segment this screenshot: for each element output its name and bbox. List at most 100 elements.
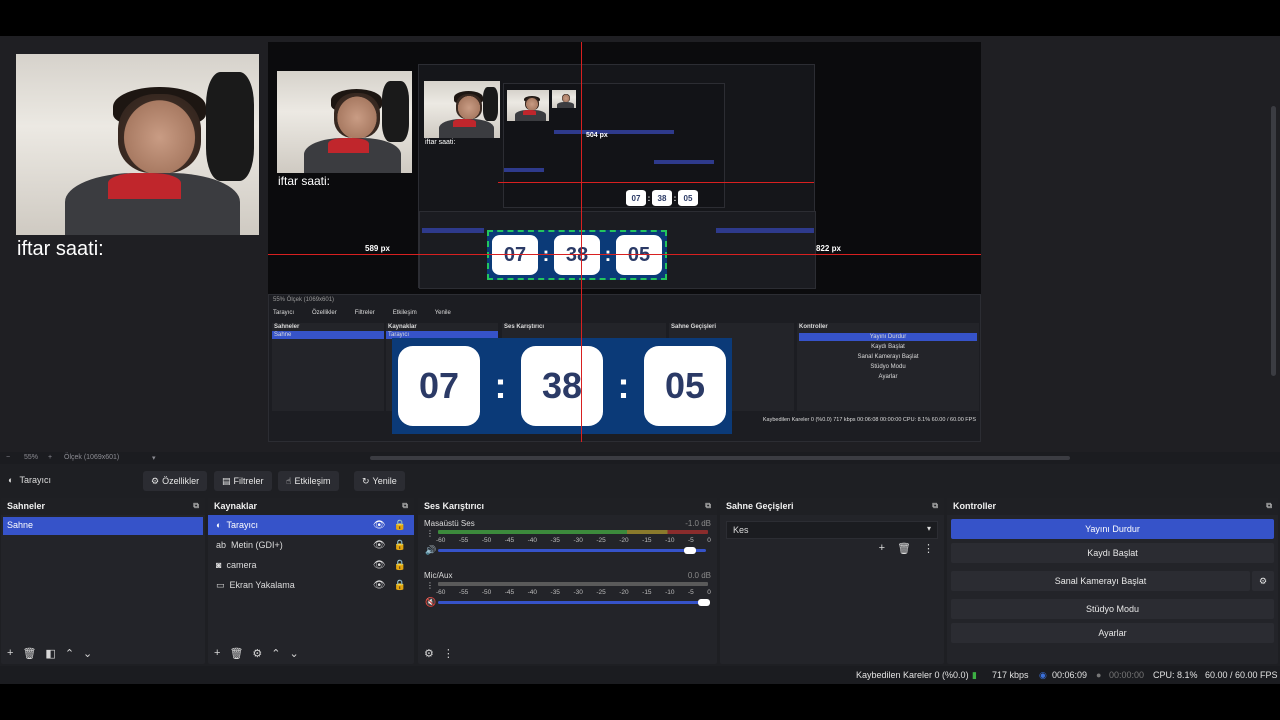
volume-slider[interactable] (438, 549, 706, 552)
zoom-in-icon[interactable]: + (48, 454, 52, 461)
clock-minutes: 38 (521, 346, 603, 426)
source-item-browser[interactable]: ◐ Tarayıcı 👁 🔒 (208, 515, 414, 535)
signal-icon: ▮ (972, 670, 977, 680)
webcam-feed-nested (277, 71, 412, 173)
preview-vertical-scrollbar[interactable] (1271, 106, 1276, 376)
stream-icon: ◉ (1039, 670, 1047, 680)
mic-muted-icon[interactable]: 🔇 (425, 597, 436, 608)
clock-hours: 07 (398, 346, 480, 426)
nested-screen-2: 07 : 38 : 05 (503, 83, 725, 208)
source-item-camera[interactable]: ◙ camera 👁 🔒 (208, 555, 414, 575)
fps: 60.00 / 60.00 FPS (1205, 670, 1278, 680)
move-up-icon[interactable]: ⌃ (65, 647, 74, 660)
overlay-text: iftar saati: (17, 238, 104, 260)
overlay-text-nested: iftar saati: (278, 174, 331, 188)
guide-left-label: 589 px (365, 244, 390, 253)
stream-time: 00:06:09 (1052, 670, 1088, 680)
undock-icon[interactable]: ⧉ (1266, 501, 1272, 511)
start-recording-button[interactable]: Kaydı Başlat (951, 543, 1274, 563)
scene-transitions-dock: Sahne Geçişleri ⧉ Kes ▾ + 🗑 ⋮ (720, 498, 944, 664)
preview-horizontal-scrollbar[interactable] (370, 456, 1070, 460)
trash-icon[interactable]: 🗑 (22, 647, 36, 660)
refresh-icon: ↻ (362, 475, 370, 486)
virtual-camera-settings-icon[interactable]: ⚙ (1252, 571, 1274, 591)
obs-window: iftar saati: iftar saati: iftar saati: 0… (0, 36, 1280, 684)
controls-dock: Kontroller ⧉ Yayını Durdur Kaydı Başlat … (947, 498, 1278, 664)
properties-button[interactable]: ⚙ Özellikler (143, 471, 208, 491)
sources-dock: Kaynaklar ⧉ ◐ Tarayıcı 👁 🔒 ab Metin (GDI+… (208, 498, 414, 664)
eye-icon[interactable]: 👁 (373, 540, 386, 551)
studio-mode-button[interactable]: Stüdyo Modu (951, 599, 1274, 619)
scene-item[interactable]: Sahne (3, 517, 203, 535)
trash-icon[interactable]: 🗑 (897, 542, 911, 555)
transition-menu-icon[interactable]: ⋮ (923, 542, 934, 555)
webcam-feed-nested-3 (507, 90, 549, 121)
sources-toolbar: + 🗑 ⚙ ⌃ ⌄ (208, 642, 414, 664)
controls-title: Kontroller ⧉ (947, 498, 1278, 515)
source-item-text[interactable]: ab Metin (GDI+) 👁 🔒 (208, 535, 414, 555)
cpu-usage: CPU: 8.1% (1153, 670, 1198, 680)
alignment-guide-vertical (581, 42, 582, 442)
lock-icon[interactable]: 🔒 (394, 540, 406, 551)
webcam-feed-nested-4 (552, 90, 576, 108)
mixer-menu-icon[interactable]: ⋮ (443, 647, 454, 660)
scale-label: Ölçek (1069x601) (64, 454, 120, 461)
lock-icon[interactable]: 🔒 (394, 580, 406, 591)
interact-button[interactable]: ☝ Etkileşim (278, 471, 339, 491)
record-time: 00:00:00 (1109, 670, 1145, 680)
monitor-icon: ▭ (216, 579, 225, 590)
move-down-icon[interactable]: ⌄ (83, 647, 92, 660)
zoom-level: 55% (24, 454, 39, 461)
filter-icon[interactable]: ◧ (45, 647, 55, 660)
filters-button[interactable]: ▤ Filtreler (214, 471, 272, 491)
pointer-icon: ☝ (286, 475, 292, 486)
refresh-button[interactable]: ↻ Yenile (354, 471, 405, 491)
audio-mixer-title: Ses Karıştırıcı ⧉ (418, 498, 717, 515)
volume-slider-handle[interactable] (684, 547, 696, 554)
volume-slider-handle[interactable] (698, 599, 710, 606)
speaker-icon[interactable]: 🔊 (425, 545, 436, 556)
trash-icon[interactable]: 🗑 (229, 647, 243, 660)
scenes-dock-title: Sahneler ⧉ (1, 498, 205, 515)
eye-icon[interactable]: 👁 (373, 520, 386, 531)
eye-icon[interactable]: 👁 (373, 560, 386, 571)
undock-icon[interactable]: ⧉ (932, 501, 938, 511)
advanced-audio-icon[interactable]: ⚙ (424, 647, 434, 660)
lock-icon[interactable]: 🔒 (394, 520, 406, 531)
text-icon: ab (216, 540, 227, 550)
program-canvas[interactable]: iftar saati: iftar saati: 07: 38: 05 0… (268, 42, 981, 442)
mixer-channel-desktop: Masaüstü Ses -1.0 dB ⋮ -60 -55 -50 -45 -40 -3… (424, 519, 711, 556)
dropped-frames: Kaybedilen Kareler 0 (%0.0) (856, 670, 969, 680)
start-virtual-camera-button[interactable]: Sanal Kamerayı Başlat (951, 571, 1250, 591)
countdown-clock-nested-3: 07 : 38 : 05 (626, 190, 698, 206)
move-up-icon[interactable]: ⌃ (271, 647, 280, 660)
channel-menu-icon[interactable]: ⋮ (426, 529, 434, 538)
volume-slider[interactable] (438, 601, 706, 604)
transition-select[interactable]: Kes ▾ (726, 521, 938, 539)
countdown-clock[interactable]: 07 : 38 : 05 (392, 338, 732, 434)
webcam-feed-nested-2 (424, 81, 500, 138)
undock-icon[interactable]: ⧉ (402, 501, 408, 511)
scale-dropdown-icon[interactable]: ▾ (152, 454, 156, 462)
scenes-dock: Sahneler ⧉ Sahne + 🗑 ◧ ⌃ ⌄ (1, 498, 205, 664)
gear-icon[interactable]: ⚙ (252, 647, 262, 660)
stop-streaming-button[interactable]: Yayını Durdur (951, 519, 1274, 539)
preview-area[interactable]: iftar saati: iftar saati: iftar saati: 0… (0, 36, 1280, 452)
source-item-screen-capture[interactable]: ▭ Ekran Yakalama 👁 🔒 (208, 575, 414, 595)
settings-button[interactable]: Ayarlar (951, 623, 1274, 643)
zoom-out-icon[interactable]: − (6, 454, 10, 461)
add-icon[interactable]: + (879, 542, 885, 555)
eye-icon[interactable]: 👁 (373, 580, 386, 591)
channel-menu-icon[interactable]: ⋮ (426, 581, 434, 590)
scenes-toolbar: + 🗑 ◧ ⌃ ⌄ (1, 642, 205, 664)
sources-dock-title: Kaynaklar ⧉ (208, 498, 414, 515)
add-icon[interactable]: + (214, 647, 220, 659)
overlay-text-nested-2: iftar saati: (425, 139, 456, 146)
selected-source: ◐ Tarayıcı (8, 475, 51, 485)
lock-icon[interactable]: 🔒 (394, 560, 406, 571)
bitrate: 717 kbps (992, 670, 1029, 680)
undock-icon[interactable]: ⧉ (193, 501, 199, 511)
undock-icon[interactable]: ⧉ (705, 501, 711, 511)
move-down-icon[interactable]: ⌄ (290, 647, 299, 660)
add-icon[interactable]: + (7, 647, 13, 659)
